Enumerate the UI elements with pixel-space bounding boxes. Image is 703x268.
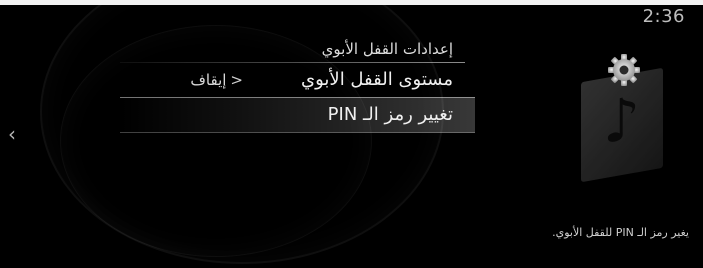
menu-item-change-pin[interactable]: تغيير رمز الـ PIN — [120, 97, 475, 133]
gear-icon — [608, 54, 640, 86]
menu-item-label: مستوى القفل الأبوي — [301, 69, 453, 90]
menu-item-label: تغيير رمز الـ PIN — [327, 104, 453, 125]
settings-menu: إعدادات القفل الأبوي مستوى القفل الأبوي … — [120, 40, 475, 133]
menu-item-lock-level[interactable]: مستوى القفل الأبوي <إيقاف — [120, 63, 475, 97]
menu-title: إعدادات القفل الأبوي — [321, 40, 453, 58]
right-panel: ♪ يغير رمز الـ PIN للقفل الأبوي. — [485, 0, 703, 268]
back-chevron-icon[interactable]: ‹ — [8, 124, 16, 144]
value-chevron-icon: < — [230, 71, 243, 89]
menu-item-value: <إيقاف — [190, 63, 243, 97]
help-text: يغير رمز الـ PIN للقفل الأبوي. — [552, 226, 689, 239]
infotainment-screen: 2:36 ‹ إعدادات القفل الأبوي مستوى القفل … — [0, 0, 703, 268]
music-note-icon: ♪ — [603, 82, 641, 158]
